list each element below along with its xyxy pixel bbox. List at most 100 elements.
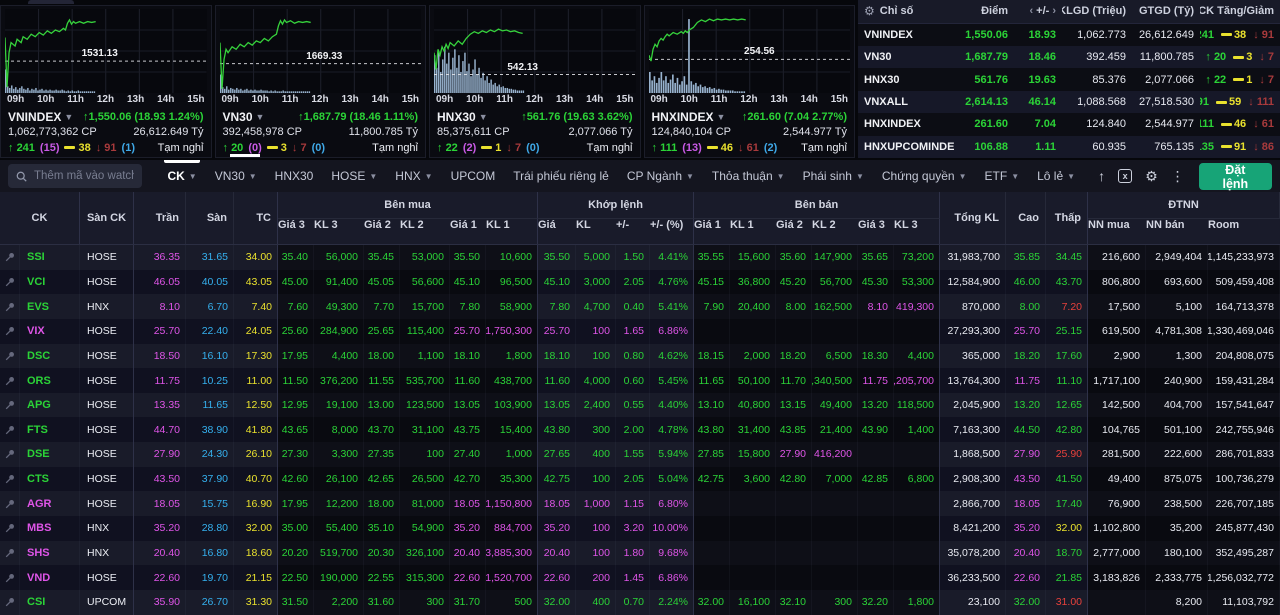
ask-price-2[interactable]: 27.90: [776, 442, 812, 467]
bid-price-3[interactable]: 45.00: [278, 270, 314, 295]
ask-vol-2[interactable]: [812, 516, 858, 541]
stock-row[interactable]: APG HOSE 13.35 11.65 12.50 12.95 19,100 …: [0, 393, 1280, 418]
place-order-button[interactable]: Đặt lệnh: [1199, 163, 1272, 190]
bid-price-1[interactable]: 35.50: [450, 245, 486, 270]
ask-vol-2[interactable]: 7,000: [812, 467, 858, 492]
ask-price-2[interactable]: 43.85: [776, 417, 812, 442]
ask-vol-1[interactable]: 31,400: [730, 417, 776, 442]
bid-price-3[interactable]: 22.50: [278, 565, 314, 590]
bid-price-2[interactable]: 35.10: [364, 516, 400, 541]
ask-vol-3[interactable]: [894, 491, 940, 516]
tab-hnx30[interactable]: HNX30: [266, 160, 323, 192]
bid-vol-3[interactable]: 190,000: [314, 565, 364, 590]
pin-cell[interactable]: [0, 393, 20, 418]
index-table-row[interactable]: HNXUPCOMINDEX 106.88 1.11 60.935 765.135…: [858, 136, 1280, 158]
ask-vol-3[interactable]: [894, 541, 940, 566]
bid-price-1[interactable]: 18.05: [450, 491, 486, 516]
ask-vol-3[interactable]: 4,400: [894, 344, 940, 369]
bid-price-3[interactable]: 27.30: [278, 442, 314, 467]
subcol-gi-[interactable]: Giá: [538, 218, 576, 244]
stock-row[interactable]: CSI UPCOM 35.90 26.70 31.30 31.50 2,200 …: [0, 590, 1280, 615]
subcol--[interactable]: +/- (%): [650, 218, 694, 244]
ask-price-1[interactable]: [694, 541, 730, 566]
bid-vol-1[interactable]: 1,150,800: [486, 491, 538, 516]
ask-price-1[interactable]: [694, 319, 730, 344]
stock-row[interactable]: EVS HNX 8.10 6.70 7.40 7.60 49,300 7.70 …: [0, 294, 1280, 319]
subcol-nn-mua[interactable]: NN mua: [1088, 218, 1146, 244]
index-name-dropdown[interactable]: VN30▼: [223, 110, 265, 124]
ask-vol-3[interactable]: [894, 319, 940, 344]
ask-price-1[interactable]: [694, 565, 730, 590]
bid-price-1[interactable]: 18.10: [450, 344, 486, 369]
ask-price-1[interactable]: 7.90: [694, 294, 730, 319]
ask-vol-3[interactable]: 1,400: [894, 417, 940, 442]
bid-price-3[interactable]: 35.40: [278, 245, 314, 270]
col-tc[interactable]: TC: [234, 192, 278, 244]
tab-trái-phiếu-riêng-lẻ[interactable]: Trái phiếu riêng lẻ: [504, 160, 618, 192]
ask-vol-3[interactable]: 73,200: [894, 245, 940, 270]
ask-vol-3[interactable]: 1,205,700: [894, 368, 940, 393]
pin-cell[interactable]: [0, 294, 20, 319]
pin-cell[interactable]: [0, 516, 20, 541]
bid-vol-1[interactable]: 500: [486, 590, 538, 615]
col-tran[interactable]: Trần: [134, 192, 186, 244]
subcol-gi-3[interactable]: Giá 3: [278, 218, 314, 244]
match-price[interactable]: 25.70: [538, 319, 576, 344]
ask-price-2[interactable]: 32.10: [776, 590, 812, 615]
ask-vol-3[interactable]: 1,800: [894, 590, 940, 615]
bid-vol-2[interactable]: 535,700: [400, 368, 450, 393]
tab-hnx[interactable]: HNX▼: [386, 160, 441, 192]
pin-cell[interactable]: [0, 344, 20, 369]
subcol-kl-3[interactable]: KL 3: [314, 218, 364, 244]
ask-price-1[interactable]: [694, 491, 730, 516]
bid-price-3[interactable]: 20.20: [278, 541, 314, 566]
index-name-dropdown[interactable]: HNXINDEX▼: [652, 110, 726, 124]
ask-price-3[interactable]: 18.30: [858, 344, 894, 369]
settings-gear-icon[interactable]: ⚙: [1145, 168, 1158, 185]
bid-price-2[interactable]: 35.45: [364, 245, 400, 270]
ticker-symbol[interactable]: MBS: [20, 516, 80, 541]
tab-hose[interactable]: HOSE▼: [322, 160, 386, 192]
ask-vol-2[interactable]: 49,400: [812, 393, 858, 418]
ticker-symbol[interactable]: DSC: [20, 344, 80, 369]
match-price[interactable]: 13.05: [538, 393, 576, 418]
index-name[interactable]: HNX30: [858, 68, 954, 90]
index-table-row[interactable]: VNINDEX 1,550.06 18.93 1,062.773 26,612.…: [858, 24, 1280, 46]
col-san[interactable]: Sàn: [186, 192, 234, 244]
ask-vol-1[interactable]: 3,600: [730, 467, 776, 492]
bid-price-2[interactable]: 22.55: [364, 565, 400, 590]
pin-cell[interactable]: [0, 590, 20, 615]
bid-price-2[interactable]: 43.70: [364, 417, 400, 442]
subcol-kl-2[interactable]: KL 2: [812, 218, 858, 244]
pin-cell[interactable]: [0, 417, 20, 442]
bid-price-1[interactable]: 45.10: [450, 270, 486, 295]
ask-vol-3[interactable]: 53,300: [894, 270, 940, 295]
tab-phái-sinh[interactable]: Phái sinh▼: [794, 160, 873, 192]
subcol--[interactable]: +/-: [616, 218, 650, 244]
ask-price-2[interactable]: 11.70: [776, 368, 812, 393]
bid-price-1[interactable]: 43.75: [450, 417, 486, 442]
bid-vol-3[interactable]: 55,400: [314, 516, 364, 541]
bid-vol-2[interactable]: 1,100: [400, 344, 450, 369]
pin-cell[interactable]: [0, 491, 20, 516]
index-name-dropdown[interactable]: HNX30▼: [437, 110, 488, 124]
bid-vol-1[interactable]: 438,700: [486, 368, 538, 393]
col-cao[interactable]: Cao: [1006, 192, 1046, 244]
ask-price-3[interactable]: 13.20: [858, 393, 894, 418]
bid-vol-3[interactable]: 26,100: [314, 467, 364, 492]
ask-vol-2[interactable]: 21,400: [812, 417, 858, 442]
ask-vol-3[interactable]: [894, 516, 940, 541]
bid-price-1[interactable]: 35.20: [450, 516, 486, 541]
ask-vol-3[interactable]: [894, 565, 940, 590]
pin-cell[interactable]: [0, 270, 20, 295]
bid-price-3[interactable]: 35.00: [278, 516, 314, 541]
ask-vol-2[interactable]: 416,200: [812, 442, 858, 467]
bid-price-1[interactable]: 27.40: [450, 442, 486, 467]
match-price[interactable]: 42.75: [538, 467, 576, 492]
ticker-symbol[interactable]: VIX: [20, 319, 80, 344]
ask-price-1[interactable]: 35.55: [694, 245, 730, 270]
bid-price-1[interactable]: 7.80: [450, 294, 486, 319]
ticker-symbol[interactable]: VND: [20, 565, 80, 590]
match-price[interactable]: 22.60: [538, 565, 576, 590]
ask-vol-2[interactable]: 56,700: [812, 270, 858, 295]
